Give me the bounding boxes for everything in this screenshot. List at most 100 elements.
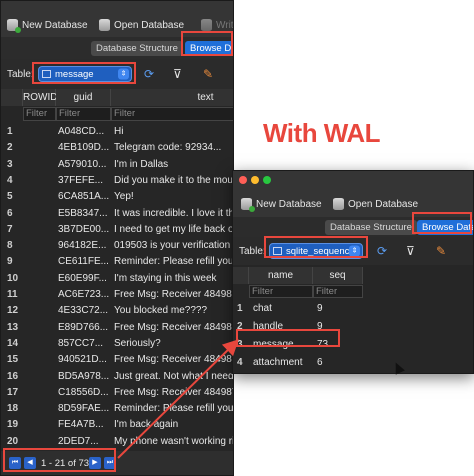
wal-new-database-button[interactable]: New Database [241,198,322,212]
table-row[interactable]: 11 AC6E723...Free Msg: Receiver 484987120 [1,286,233,303]
guid-cell[interactable]: AC6E723... [58,286,111,303]
tab-database-structure[interactable]: Database Structure [91,41,183,56]
text-cell[interactable]: You blocked me???? [114,302,233,319]
text-cell[interactable]: Free Msg: Receiver 484987120 [114,319,233,336]
column-header-guid[interactable]: guid [56,89,111,106]
seq-cell[interactable]: 9 [317,300,363,317]
guid-cell[interactable]: E89D766... [58,319,111,336]
column-header-name[interactable]: name [249,267,313,284]
name-cell[interactable]: attachment [253,354,313,371]
text-cell[interactable]: Reminder: Please refill your plan [114,400,233,417]
table-row[interactable]: 19 FE4A7B... I'm back again [1,416,233,433]
wal-save-filter-icon[interactable]: ✎ [436,244,446,258]
text-cell[interactable]: Just great. Not what I needed [114,368,233,385]
text-cell[interactable]: Free Msg: Receiver 484987120 [114,286,233,303]
column-header-seq[interactable]: seq [313,267,363,284]
table-row[interactable]: 9 CE611FE...Reminder: Please refill your … [1,253,233,270]
table-row[interactable]: 1 A048CD... Hi [1,123,233,140]
open-database-button[interactable]: Open Database [99,19,184,31]
row-number-cell[interactable]: 1 [233,300,253,317]
new-database-button[interactable]: New Database [7,19,88,33]
guid-cell[interactable]: 940521D... [58,351,111,368]
filter-input-rowid[interactable]: Filter [23,107,56,121]
guid-cell[interactable]: A579010... [58,156,111,173]
table-row[interactable]: 2 4EB109D... Telegram code: 92934... [1,139,233,156]
table-row[interactable]: 7 3B7DE00...I need to get my life back on… [1,221,233,238]
row-number-cell[interactable]: 8 [1,237,29,254]
filter-input-name[interactable]: Filter [249,285,313,298]
row-number-cell[interactable]: 4 [1,172,29,189]
row-number-cell[interactable]: 19 [1,416,29,433]
guid-cell[interactable]: E60E99F... [58,270,111,287]
text-cell[interactable]: I'm back again [114,416,233,433]
row-number-cell[interactable]: 18 [1,400,29,417]
clear-filter-icon[interactable]: ⊽ [173,67,182,81]
guid-cell[interactable]: 857CC7... [58,335,111,352]
table-row[interactable]: 17 C18556D...Free Msg: Receiver 484987120 [1,384,233,401]
row-number-cell[interactable]: 10 [1,270,29,287]
table-row[interactable]: 12 4E33C72... You blocked me???? [1,302,233,319]
row-number-cell[interactable]: 4 [233,354,253,371]
name-cell[interactable]: chat [253,300,313,317]
filter-input-seq[interactable]: Filter [313,285,363,298]
write-changes-button[interactable]: Write [201,19,233,31]
save-filter-icon[interactable]: ✎ [203,67,213,81]
filter-input-text[interactable]: Filter [111,107,233,121]
zoom-window-icon[interactable] [263,176,271,184]
table-row[interactable]: 4 attachment 6 [233,354,473,371]
guid-cell[interactable]: E5B8347... [58,205,111,222]
table-row[interactable]: 13 E89D766...Free Msg: Receiver 484987120 [1,319,233,336]
text-cell[interactable]: I need to get my life back on track [114,221,233,238]
row-number-cell[interactable]: 13 [1,319,29,336]
seq-cell[interactable]: 6 [317,354,363,371]
text-cell[interactable]: Did you make it to the mountain [114,172,233,189]
wal-refresh-icon[interactable]: ⟳ [377,244,387,258]
text-cell[interactable]: I'm in Dallas [114,156,233,173]
row-number-cell[interactable]: 16 [1,368,29,385]
wal-open-database-button[interactable]: Open Database [333,198,418,210]
row-number-cell[interactable]: 15 [1,351,29,368]
text-cell[interactable]: Yep! [114,188,233,205]
row-number-cell[interactable]: 6 [1,205,29,222]
text-cell[interactable]: Seriously? [114,335,233,352]
table-row[interactable]: 18 8D59FAE...Reminder: Please refill your… [1,400,233,417]
wal-tab-database-structure[interactable]: Database Structure [325,220,417,235]
table-row[interactable]: 8 964182E...019503 is your verification c… [1,237,233,254]
table-row[interactable]: 10 E60E99F... I'm staying in this week [1,270,233,287]
table-row[interactable]: 5 6CA851A... Yep! [1,188,233,205]
row-number-cell[interactable]: 5 [1,188,29,205]
text-cell[interactable]: Free Msg: Receiver 484987120 [114,384,233,401]
guid-cell[interactable]: 37FEFE... [58,172,111,189]
row-number-cell[interactable]: 12 [1,302,29,319]
row-number-cell[interactable]: 3 [1,156,29,173]
guid-cell[interactable]: BD5A978... [58,368,111,385]
row-number-cell[interactable]: 1 [1,123,29,140]
text-cell[interactable]: Reminder: Please refill your plan [114,253,233,270]
text-cell[interactable]: Hi [114,123,233,140]
column-header-rowid[interactable]: ROWID [23,89,57,106]
row-number-cell[interactable]: 17 [1,384,29,401]
minimize-window-icon[interactable] [251,176,259,184]
row-number-cell[interactable]: 11 [1,286,29,303]
text-cell[interactable]: I'm staying in this week [114,270,233,287]
guid-cell[interactable]: C18556D... [58,384,111,401]
guid-cell[interactable]: 3B7DE00... [58,221,111,238]
table-row[interactable]: 6 E5B8347... It was incredible. I love it … [1,205,233,222]
row-number-cell[interactable]: 14 [1,335,29,352]
guid-cell[interactable]: A048CD... [58,123,111,140]
table-row[interactable]: 15 940521D...Free Msg: Receiver 484987120 [1,351,233,368]
row-number-cell[interactable]: 7 [1,221,29,238]
refresh-icon[interactable]: ⟳ [144,67,154,81]
guid-cell[interactable]: FE4A7B... [58,416,111,433]
guid-cell[interactable]: 4E33C72... [58,302,111,319]
guid-cell[interactable]: 4EB109D... [58,139,111,156]
guid-cell[interactable]: CE611FE... [58,253,111,270]
filter-input-guid[interactable]: Filter [56,107,111,121]
table-row[interactable]: 16 BD5A978... Just great. Not what I neede… [1,368,233,385]
table-row[interactable]: 3 A579010... I'm in Dallas [1,156,233,173]
text-cell[interactable]: Free Msg: Receiver 484987120 [114,351,233,368]
table-row[interactable]: 4 37FEFE...Did you make it to the mountai… [1,172,233,189]
text-cell[interactable]: 019503 is your verification code [114,237,233,254]
row-number-cell[interactable]: 9 [1,253,29,270]
guid-cell[interactable]: 964182E... [58,237,111,254]
